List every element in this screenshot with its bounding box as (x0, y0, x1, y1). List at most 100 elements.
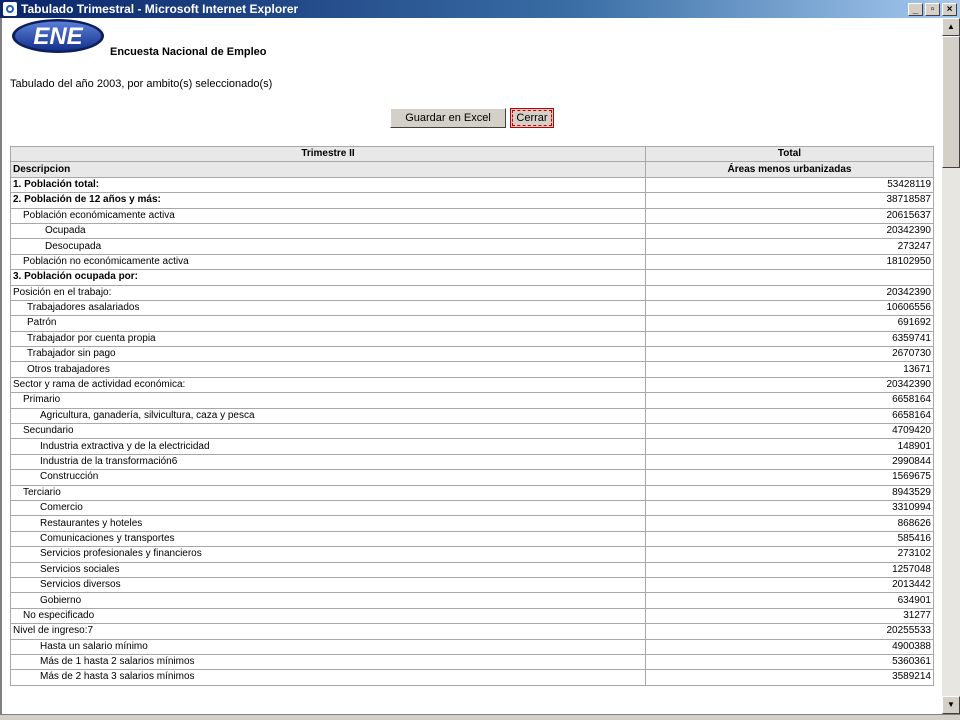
table-row: Servicios diversos 2013442 (10, 576, 934, 594)
row-label: Desocupada (10, 238, 646, 255)
table-row: Población económicamente activa 20615637 (10, 207, 934, 224)
row-label: Comercio (10, 499, 646, 517)
row-value: 634901 (645, 592, 934, 609)
row-label: Restaurantes y hoteles (10, 515, 646, 532)
table-subheader-row: Descripcion Áreas menos urbanizadas (10, 161, 934, 178)
row-label: Trabajador por cuenta propia (10, 330, 646, 348)
table-row: Primario 6658164 (10, 392, 934, 409)
table-row: Desocupada 273247 (10, 238, 934, 255)
row-value: 8943529 (645, 484, 934, 501)
close-window-button[interactable]: × (942, 2, 957, 16)
row-label: Ocupada (10, 222, 646, 240)
row-label: Primario (10, 392, 646, 409)
row-label: Trabajador sin pago (10, 346, 646, 363)
table-row: Sector y rama de actividad económica: 203… (10, 376, 934, 394)
row-value: 6658164 (645, 407, 934, 425)
row-value: 2670730 (645, 346, 934, 363)
row-label: Patrón (10, 315, 646, 332)
row-value: 1569675 (645, 469, 934, 486)
row-value (645, 269, 934, 286)
minimize-button[interactable]: _ (908, 2, 923, 16)
close-button[interactable]: Cerrar (510, 108, 554, 128)
row-label: Población no económicamente activa (10, 253, 646, 271)
row-value: 13671 (645, 361, 934, 378)
table-row: Industria extractiva y de la electricida… (10, 438, 934, 455)
row-label: Población económicamente activa (10, 207, 646, 224)
row-label: Más de 2 hasta 3 salarios mínimos (10, 669, 646, 686)
row-label: No especificado (10, 607, 646, 625)
row-label: Construcción (10, 469, 646, 486)
survey-name: Encuesta Nacional de Empleo (110, 46, 267, 58)
row-label: Servicios profesionales y financieros (10, 546, 646, 563)
row-value: 31277 (645, 607, 934, 625)
row-label: Industria de la transformación6 (10, 453, 646, 471)
table-row: Comunicaciones y transportes 585416 (10, 530, 934, 548)
row-label: Hasta un salario mínimo (10, 638, 646, 655)
table-row: 1. Población total: 53428119 (10, 176, 934, 194)
row-value: 273247 (645, 238, 934, 255)
row-value: 4709420 (645, 423, 934, 440)
vertical-scrollbar[interactable]: ▲ ▼ (942, 18, 960, 714)
table-row: Otros trabajadores 13671 (10, 361, 934, 378)
row-value: 20342390 (645, 376, 934, 394)
table-row: Nivel de ingreso:7 20255533 (10, 623, 934, 640)
row-value: 2990844 (645, 453, 934, 471)
row-label: Industria extractiva y de la electricida… (10, 438, 646, 455)
row-value: 1257048 (645, 561, 934, 578)
row-value: 38718587 (645, 192, 934, 209)
table-row: Trabajadores asalariados 10606556 (10, 299, 934, 317)
row-value: 3310994 (645, 499, 934, 517)
table-header-row: Trimestre II Total (10, 145, 934, 163)
table-row: Restaurantes y hoteles 868626 (10, 515, 934, 532)
table-row: Construcción 1569675 (10, 469, 934, 486)
header-area: Áreas menos urbanizadas (645, 161, 934, 178)
table-row: Ocupada 20342390 (10, 222, 934, 240)
row-value: 585416 (645, 530, 934, 548)
row-value: 4900388 (645, 638, 934, 655)
row-value: 53428119 (645, 176, 934, 194)
row-label: 1. Población total: (10, 176, 646, 194)
save-excel-button[interactable]: Guardar en Excel (390, 108, 506, 128)
row-value: 148901 (645, 438, 934, 455)
row-value: 20615637 (645, 207, 934, 224)
logo-wordmark: ENE (33, 23, 83, 50)
table-row: 2. Población de 12 años y más: 38718587 (10, 192, 934, 209)
table-row: 3. Población ocupada por: (10, 269, 934, 286)
table-row: Industria de la transformación6 2990844 (10, 453, 934, 471)
row-value: 3589214 (645, 669, 934, 686)
results-table: Trimestre II Total Descripcion Áreas men… (10, 145, 934, 686)
row-value: 5360361 (645, 653, 934, 671)
row-value: 6658164 (645, 392, 934, 409)
table-row: Servicios profesionales y financieros 273… (10, 546, 934, 563)
row-label: Nivel de ingreso:7 (10, 623, 646, 640)
row-label: 2. Población de 12 años y más: (10, 192, 646, 209)
window-controls: _ ▫ × (908, 2, 957, 16)
table-row: Patrón 691692 (10, 315, 934, 332)
table-row: Servicios sociales 1257048 (10, 561, 934, 578)
status-bar (0, 714, 960, 720)
scroll-up-button[interactable]: ▲ (942, 18, 960, 36)
scroll-down-button[interactable]: ▼ (942, 696, 960, 714)
table-row: Secundario 4709420 (10, 423, 934, 440)
row-label: Sector y rama de actividad económica: (10, 376, 646, 394)
row-label: Gobierno (10, 592, 646, 609)
header-descripcion: Descripcion (10, 161, 646, 178)
row-label: Secundario (10, 423, 646, 440)
row-label: Más de 1 hasta 2 salarios mínimos (10, 653, 646, 671)
row-value: 20255533 (645, 623, 934, 640)
table-row: Trabajador por cuenta propia 6359741 (10, 330, 934, 348)
page-viewport: ENE Encuesta Nacional de Empleo Tabulado… (0, 18, 942, 714)
window-title: Tabulado Trimestral - Microsoft Internet… (21, 2, 299, 16)
table-row: No especificado 31277 (10, 607, 934, 625)
table-row: Gobierno 634901 (10, 592, 934, 609)
restore-button[interactable]: ▫ (925, 2, 940, 16)
row-label: Servicios diversos (10, 576, 646, 594)
row-label: Agricultura, ganadería, silvicultura, ca… (10, 407, 646, 425)
table-row: Más de 2 hasta 3 salarios mínimos 3589214 (10, 669, 934, 686)
row-label: Otros trabajadores (10, 361, 646, 378)
row-value: 18102950 (645, 253, 934, 271)
row-value: 20342390 (645, 222, 934, 240)
scroll-thumb[interactable] (942, 36, 960, 168)
report-subtitle: Tabulado del año 2003, por ambito(s) sel… (10, 78, 273, 90)
row-label: Comunicaciones y transportes (10, 530, 646, 548)
